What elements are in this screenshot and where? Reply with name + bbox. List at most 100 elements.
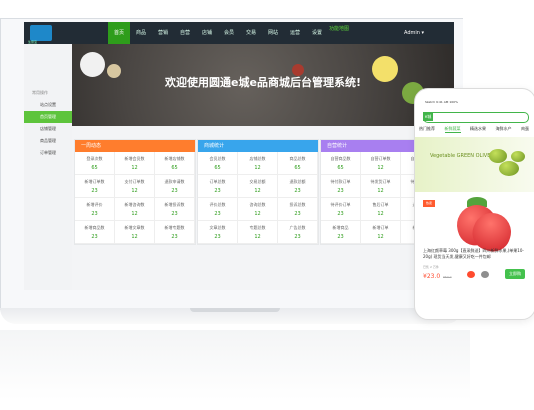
- stat-value: 23: [294, 188, 301, 194]
- stat-value: 65: [171, 165, 178, 171]
- mobile-preview: Sketch 9:41 AM 100% e城 热门推荐 新鲜蔬菜 精选水果 海鲜…: [414, 88, 534, 320]
- stat-label: 新增订单: [372, 225, 389, 230]
- mall-stats-grid: 会员总数 65 店铺总数 12 商品总数 65 订单总数 23 交易总额 12 退款总额 2…: [198, 152, 318, 244]
- nav-item-website[interactable]: 网站: [262, 22, 284, 44]
- stat-value: 23: [91, 188, 98, 194]
- phone-logo: e城: [423, 112, 433, 121]
- original-price: ¥59.0: [443, 275, 452, 279]
- stat-label: 新增店铺数: [164, 156, 185, 161]
- stat-label: 评价总数: [209, 202, 226, 207]
- stat-value: 23: [337, 234, 344, 240]
- stat-cell: 退款总额 23: [278, 175, 318, 198]
- nav-item-marketing[interactable]: 营销: [152, 22, 174, 44]
- stat-value: 23: [214, 188, 221, 194]
- stat-value: 23: [91, 211, 98, 217]
- stat-cell: 待发货订单 12: [361, 175, 401, 198]
- stat-label: 新增商品数: [84, 225, 105, 230]
- stat-value: 65: [294, 165, 301, 171]
- nav-item-self-operated[interactable]: 自营: [174, 22, 196, 44]
- phone-promo-banner[interactable]: Vegetable GREEN OLIVE: [415, 137, 534, 192]
- stat-label: 新增文章数: [124, 225, 145, 230]
- stat-cell: 新增文章数 12: [115, 221, 155, 244]
- phone-tab-meat[interactable]: 肉蛋: [521, 126, 529, 133]
- phone-category-tabs: 热门推荐 新鲜蔬菜 精选水果 海鲜水产 肉蛋: [419, 126, 529, 133]
- stat-cell: 订单总数 23: [198, 175, 238, 198]
- stat-cell: 新增评价 23: [75, 198, 115, 221]
- stat-label: 专题总数: [249, 225, 266, 230]
- sidebar-item-site-settings[interactable]: 站点设置: [24, 99, 72, 111]
- hot-sale-tag: 热卖: [423, 200, 435, 207]
- phone-tab-hot[interactable]: 热门推荐: [419, 126, 435, 133]
- sidebar-item-store-management[interactable]: 店铺管理: [24, 123, 72, 135]
- stat-label: 新增商品: [332, 225, 349, 230]
- stat-label: 登录次数: [86, 156, 103, 161]
- stat-cell: 商品总数 65: [278, 152, 318, 175]
- stat-value: 23: [214, 211, 221, 217]
- stat-value: 12: [377, 188, 384, 194]
- stat-cell: 支付订单数 12: [115, 175, 155, 198]
- stat-label: 文章总数: [209, 225, 226, 230]
- stat-cell: 新增店铺数 65: [155, 152, 195, 175]
- phone-tab-fruit[interactable]: 精选水果: [470, 126, 486, 133]
- stat-cell: 广告总数 23: [278, 221, 318, 244]
- nav-item-store[interactable]: 店铺: [196, 22, 218, 44]
- stat-cell: 专题总数 12: [238, 221, 278, 244]
- stat-cell: 待评价订单 23: [321, 198, 361, 221]
- site-logo[interactable]: [30, 25, 52, 41]
- stat-cell: 投诉总数 23: [278, 198, 318, 221]
- nav-item-member[interactable]: 会员: [218, 22, 240, 44]
- stat-value: 23: [171, 211, 178, 217]
- sidebar-item-goods-management[interactable]: 商品管理: [24, 135, 72, 147]
- stat-cell: 自营订单数 12: [361, 152, 401, 175]
- sidebar-item-home-management[interactable]: 首页管理: [24, 111, 72, 123]
- phone-banner-text: Vegetable GREEN OLIVE: [430, 153, 491, 159]
- stat-cell: 新增商品 23: [321, 221, 361, 244]
- stat-value: 12: [131, 165, 138, 171]
- stat-label: 退款申请数: [164, 179, 185, 184]
- stat-label: 商品总数: [289, 156, 306, 161]
- product-description: 上海红颜草莓 300g【直采鲜送】四川新鲜水果,(单果10-20g) 现货当天发…: [423, 248, 524, 259]
- stat-label: 投诉总数: [289, 202, 306, 207]
- admin-screen: 生意宝 首页 商品 营销 自营 店铺 会员 交易 网站 运营 设置 功能地图 A…: [24, 22, 454, 290]
- stat-cell: 自营商品数 65: [321, 152, 361, 175]
- stat-label: 广告总数: [289, 225, 306, 230]
- stat-label: 交易总额: [249, 179, 266, 184]
- stat-cell: 新增会员数 12: [115, 152, 155, 175]
- stat-value: 23: [91, 234, 98, 240]
- phone-tab-vegetables[interactable]: 新鲜蔬菜: [444, 126, 461, 133]
- stat-label: 支付订单数: [124, 179, 145, 184]
- sidebar-item-order-management[interactable]: 订单管理: [24, 147, 72, 159]
- phone-search-input[interactable]: [423, 112, 529, 123]
- stat-cell: 会员总数 65: [198, 152, 238, 175]
- admin-menu[interactable]: Admin ▾: [404, 22, 424, 44]
- stat-label: 店铺总数: [249, 156, 266, 161]
- buy-now-button[interactable]: 立即购: [505, 269, 525, 279]
- stat-value: 23: [214, 234, 221, 240]
- weekly-panel: 一周动态 登录次数 65 新增会员数 12 新增店铺数 65 新增订单数 23 支付订单…: [74, 139, 196, 245]
- stat-label: 新增专题数: [164, 225, 185, 230]
- nav-item-goods[interactable]: 商品: [130, 22, 152, 44]
- share-icon[interactable]: [481, 271, 489, 278]
- nav-item-home[interactable]: 首页: [108, 22, 130, 44]
- stat-cell: 退款申请数 23: [155, 175, 195, 198]
- nav-item-settings[interactable]: 设置: [306, 22, 328, 44]
- stat-label: 售后订单: [372, 202, 389, 207]
- stat-cell: 咨询总数 12: [238, 198, 278, 221]
- stat-value: 12: [131, 188, 138, 194]
- stat-label: 自营商品数: [330, 156, 351, 161]
- stat-label: 新增评价: [86, 202, 103, 207]
- nav-item-trade[interactable]: 交易: [240, 22, 262, 44]
- stat-value: 12: [131, 211, 138, 217]
- cart-icon[interactable]: [467, 271, 475, 278]
- stat-value: 12: [254, 234, 261, 240]
- main-nav: 首页 商品 营销 自营 店铺 会员 交易 网站 运营 设置 功能地图: [108, 22, 350, 44]
- weekly-panel-title: 一周动态: [75, 140, 195, 152]
- stat-value: 23: [337, 188, 344, 194]
- stat-value: 23: [337, 211, 344, 217]
- nav-item-operation[interactable]: 运营: [284, 22, 306, 44]
- stat-cell: 文章总数 23: [198, 221, 238, 244]
- phone-status-bar: Sketch 9:41 AM 100%: [425, 100, 458, 104]
- phone-tab-seafood[interactable]: 海鲜水产: [496, 126, 512, 133]
- stat-cell: 待付款订单 23: [321, 175, 361, 198]
- stat-label: 退款总额: [289, 179, 306, 184]
